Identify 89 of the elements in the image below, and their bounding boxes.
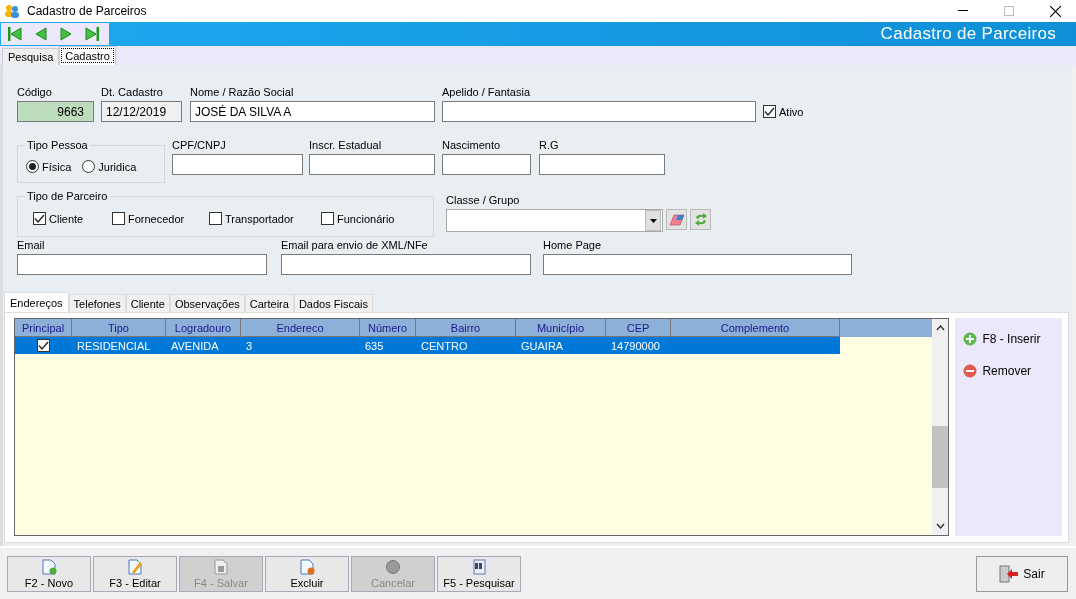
dropdown[interactable] (446, 209, 663, 232)
radio-button[interactable] (26, 160, 39, 173)
checkbox[interactable] (112, 212, 125, 225)
field-label: Email para envio de XML/NFe (281, 239, 429, 253)
input-field[interactable] (543, 254, 852, 275)
people-icon (4, 4, 20, 18)
eraser-icon (668, 213, 685, 226)
input-field[interactable] (17, 254, 267, 275)
tab[interactable]: Cliente (125, 294, 170, 312)
tab[interactable]: Carteira (244, 294, 294, 312)
checkbox[interactable] (763, 105, 776, 118)
group-title: Tipo de Parceiro (25, 190, 110, 202)
table-cell-text: 3 (245, 339, 254, 352)
input-field[interactable] (539, 154, 665, 175)
last-record-icon[interactable] (85, 27, 99, 41)
input-field[interactable] (172, 154, 303, 175)
refresh-button[interactable] (690, 209, 711, 230)
field-label: Nome / Razão Social (190, 86, 295, 100)
close-icon[interactable] (1050, 5, 1061, 17)
table-cell-text: AVENIDA (170, 339, 220, 352)
minimize-icon[interactable] (958, 10, 968, 12)
radio-button[interactable] (82, 160, 96, 173)
scrollbar[interactable] (932, 319, 949, 535)
window-title: Cadastro de Parceiros (27, 4, 147, 18)
tab[interactable]: Endereços (4, 292, 69, 312)
next-record-icon[interactable] (60, 27, 72, 41)
field-label: R.G (539, 139, 560, 153)
field-label: Dt. Cadastro (101, 86, 164, 100)
group-title: Tipo Pessoa (25, 139, 90, 151)
field-label: Apelido / Fantasia (442, 86, 532, 100)
field-label: Nascimento (442, 139, 502, 153)
delete-button[interactable]: Excluir (265, 555, 349, 592)
checkbox-label: Fornecedor (128, 212, 185, 225)
input-field[interactable] (442, 154, 531, 175)
field-label: Código (17, 86, 53, 100)
new-button[interactable]: F2 - Novo (7, 555, 91, 592)
edit-button[interactable]: F3 - Editar (93, 555, 177, 592)
checkbox-label: Ativo (779, 105, 804, 118)
scroll-down-icon[interactable] (935, 523, 945, 529)
circle-icon (385, 558, 401, 575)
tab[interactable]: Observações (169, 294, 245, 312)
header-title: Cadastro de Parceiros (880, 24, 1056, 44)
document-icon (299, 558, 315, 575)
field-label: Home Page (543, 239, 603, 253)
input-field[interactable] (442, 101, 756, 122)
tab[interactable]: Pesquisa (2, 48, 60, 65)
checkbox-label: Transportador (225, 212, 294, 225)
checkbox[interactable] (37, 339, 50, 352)
insert-button[interactable]: F8 - Inserir (955, 332, 1062, 346)
radio-label: Juridica (98, 160, 137, 173)
tab[interactable]: Cadastro (59, 46, 116, 65)
table-row[interactable]: RESIDENCIAL AVENIDA 3 635 CENTRO GUAIRA 14790000 (15, 337, 840, 354)
document-icon (127, 558, 143, 575)
scroll-up-icon[interactable] (935, 325, 945, 331)
refresh-icon (693, 212, 708, 227)
table-cell-text: RESIDENCIAL (76, 339, 152, 352)
first-record-icon[interactable] (8, 27, 22, 41)
exit-door-icon (999, 564, 1020, 583)
field-label: CPF/CNPJ (172, 139, 227, 153)
minus-icon (963, 364, 978, 378)
checkbox[interactable] (321, 212, 334, 225)
tab[interactable]: Dados Fiscais (293, 294, 373, 312)
checkbox-label: Cliente (49, 212, 84, 225)
input-field[interactable]: 12/12/2019 (101, 101, 182, 122)
field-label: Classe / Grupo (446, 194, 521, 208)
checkbox-label: Funcionário (337, 212, 395, 225)
input-field[interactable]: JOSÉ DA SILVA A (190, 101, 435, 122)
input-field[interactable]: 9663 (17, 101, 94, 122)
document-icon (41, 558, 57, 575)
table-cell-text: 635 (364, 339, 385, 352)
previous-record-icon[interactable] (35, 27, 47, 41)
document-icon (213, 558, 229, 575)
checkbox[interactable] (209, 212, 222, 225)
exit-button[interactable]: Sair (976, 555, 1068, 592)
field-label: Inscr. Estadual (309, 139, 383, 153)
input-field[interactable] (309, 154, 435, 175)
checkbox[interactable] (33, 212, 46, 225)
remove-button[interactable]: Remover (955, 364, 1062, 378)
clear-button[interactable] (666, 209, 687, 230)
tab[interactable]: Telefones (68, 294, 126, 312)
field-label: Email (17, 239, 46, 253)
caret-icon (649, 218, 657, 223)
table-cell-text: GUAIRA (520, 339, 565, 352)
table-cell-text: CENTRO (420, 339, 469, 352)
radio-label: Física (42, 160, 72, 173)
search-button[interactable]: F5 - Pesquisar (437, 555, 521, 592)
plus-icon (963, 332, 978, 346)
table-cell-text: 14790000 (610, 339, 661, 352)
input-field[interactable] (281, 254, 531, 275)
